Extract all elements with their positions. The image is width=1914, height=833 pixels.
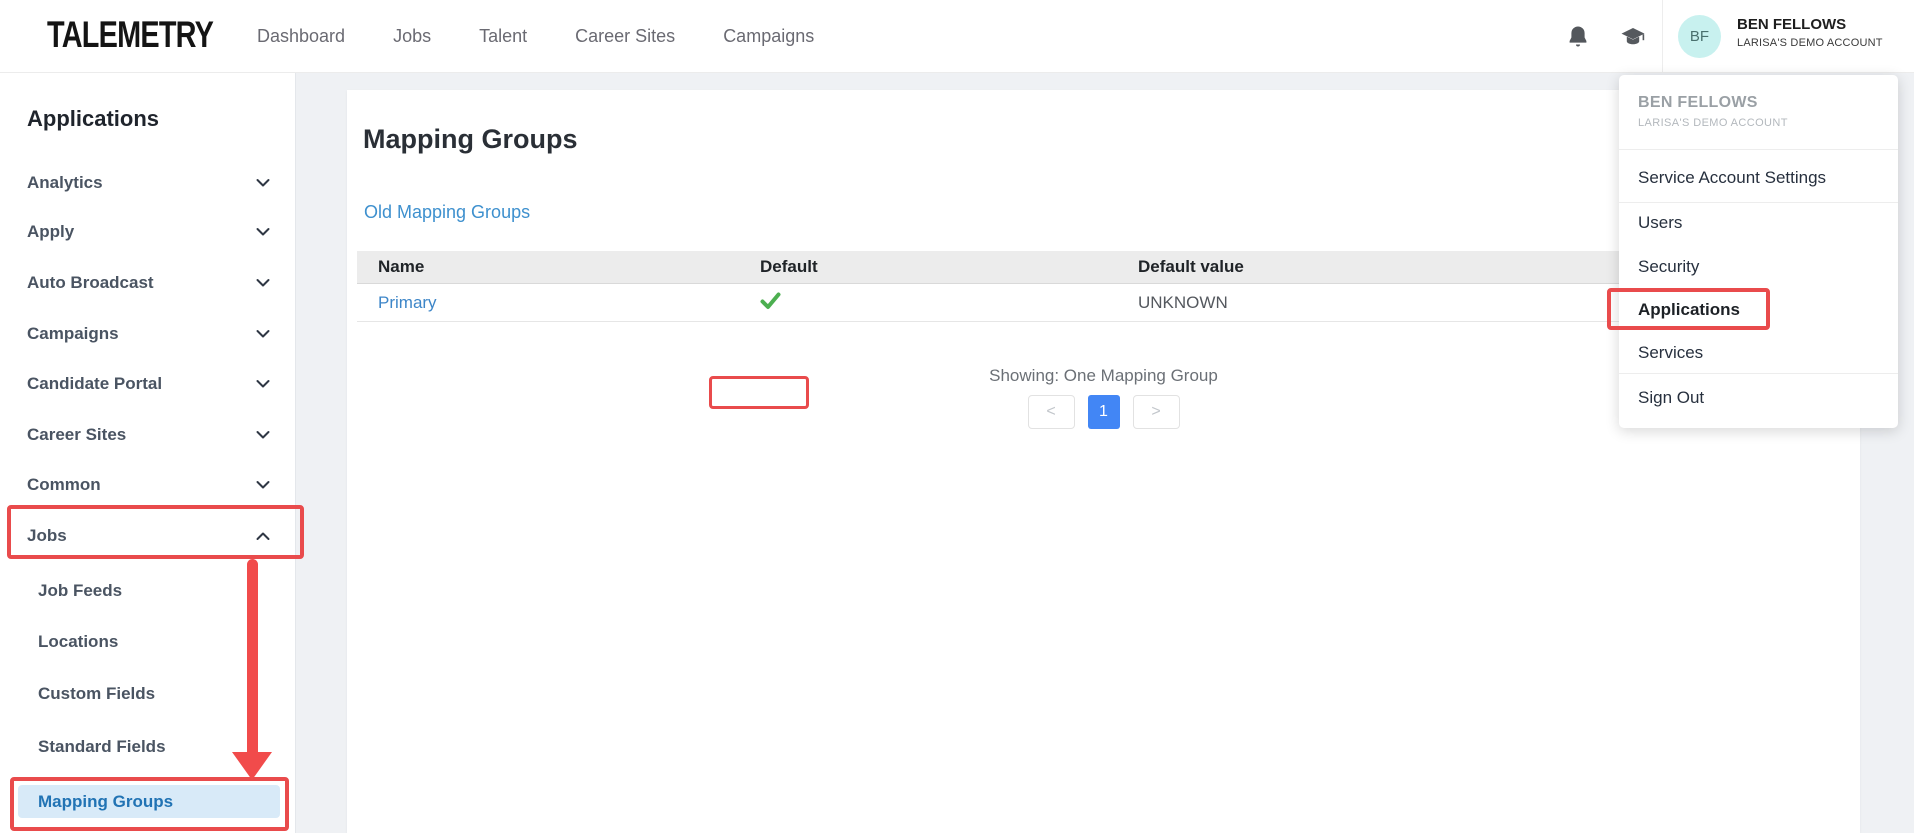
sidebar-item-candidate-portal[interactable]: Candidate Portal [0,367,296,401]
sidebar-item-label: Jobs [27,526,67,546]
sidebar-item-campaigns[interactable]: Campaigns [0,317,296,351]
sidebar-subitem-label: Locations [38,632,118,652]
sidebar-subitem-label: Mapping Groups [38,792,173,812]
column-header-default: Default [760,257,1138,277]
divider [1619,149,1898,150]
nav-career-sites[interactable]: Career Sites [575,26,675,47]
sidebar-item-label: Candidate Portal [27,374,162,394]
annotation-arrow-line [247,559,258,756]
sidebar-item-jobs[interactable]: Jobs [0,519,296,553]
menu-item-label: Sign Out [1638,388,1704,408]
talemetry-logo[interactable]: TALEMETRY [47,14,213,56]
check-icon [760,291,781,310]
top-bar: TALEMETRY Dashboard Jobs Talent Career S… [0,0,1914,73]
sidebar-subitem-label: Job Feeds [38,581,122,601]
sidebar-subitem-mapping-groups[interactable]: Mapping Groups [18,785,280,818]
top-nav: Dashboard Jobs Talent Career Sites Campa… [257,0,814,73]
sidebar-item-label: Common [27,475,101,495]
menu-item-label: Services [1638,343,1703,363]
chevron-down-icon [256,179,270,188]
default-cell [760,291,1138,315]
chevron-up-icon [256,532,270,541]
menu-item-sign-out[interactable]: Sign Out [1619,383,1898,413]
pagination-prev-button[interactable]: < [1028,395,1075,429]
chevron-down-icon [256,431,270,440]
divider [1619,373,1898,374]
app-root: TALEMETRY Dashboard Jobs Talent Career S… [0,0,1914,833]
menu-item-security[interactable]: Security [1619,252,1898,282]
bell-icon[interactable] [1565,24,1591,50]
sidebar-item-label: Auto Broadcast [27,273,154,293]
annotation-arrow-head-icon [232,752,272,780]
sidebar-item-label: Apply [27,222,74,242]
graduation-cap-icon[interactable] [1620,24,1646,50]
nav-dashboard[interactable]: Dashboard [257,26,345,47]
user-name: BEN FELLOWS [1737,16,1883,33]
user-block[interactable]: BEN FELLOWS LARISA'S DEMO ACCOUNT [1737,16,1883,49]
pagination-page-1-button[interactable]: 1 [1088,395,1120,429]
sidebar-subitem-label: Standard Fields [38,737,166,757]
chevron-down-icon [256,481,270,490]
sidebar-item-auto-broadcast[interactable]: Auto Broadcast [0,266,296,300]
menu-item-applications[interactable]: Applications [1619,295,1898,325]
user-account: LARISA'S DEMO ACCOUNT [1737,37,1883,49]
column-header-name: Name [357,257,760,277]
sidebar-subitem-label: Custom Fields [38,684,155,704]
account-dropdown-menu: BEN FELLOWS LARISA'S DEMO ACCOUNT Servic… [1619,75,1898,428]
sidebar-item-label: Analytics [27,173,103,193]
sidebar-item-common[interactable]: Common [0,468,296,502]
page-title: Mapping Groups [363,124,577,155]
sidebar-heading: Applications [27,106,159,132]
chevron-down-icon [256,228,270,237]
pagination-next-button[interactable]: > [1133,395,1180,429]
menu-item-label: Users [1638,213,1682,233]
chevron-down-icon [256,380,270,389]
topbar-divider [1662,0,1663,73]
dropdown-user-account: LARISA'S DEMO ACCOUNT [1638,117,1788,129]
chevron-down-icon [256,330,270,339]
sidebar-item-analytics[interactable]: Analytics [0,166,296,200]
chevron-down-icon [256,279,270,288]
menu-item-users[interactable]: Users [1619,208,1898,238]
nav-jobs[interactable]: Jobs [393,26,431,47]
avatar[interactable]: BF [1678,15,1721,58]
sidebar-item-label: Campaigns [27,324,119,344]
divider [1619,202,1898,203]
sidebar-item-career-sites[interactable]: Career Sites [0,418,296,452]
nav-talent[interactable]: Talent [479,26,527,47]
menu-item-service-account-settings[interactable]: Service Account Settings [1619,163,1898,193]
sidebar-item-label: Career Sites [27,425,126,445]
menu-item-services[interactable]: Services [1619,338,1898,368]
nav-campaigns[interactable]: Campaigns [723,26,814,47]
old-mapping-groups-link[interactable]: Old Mapping Groups [364,202,530,223]
menu-item-label: Security [1638,257,1699,277]
mapping-group-primary-link[interactable]: Primary [378,293,437,312]
menu-item-label: Applications [1638,300,1740,320]
menu-item-label: Service Account Settings [1638,168,1826,188]
sidebar-item-apply[interactable]: Apply [0,215,296,249]
dropdown-user-name: BEN FELLOWS [1638,94,1758,112]
